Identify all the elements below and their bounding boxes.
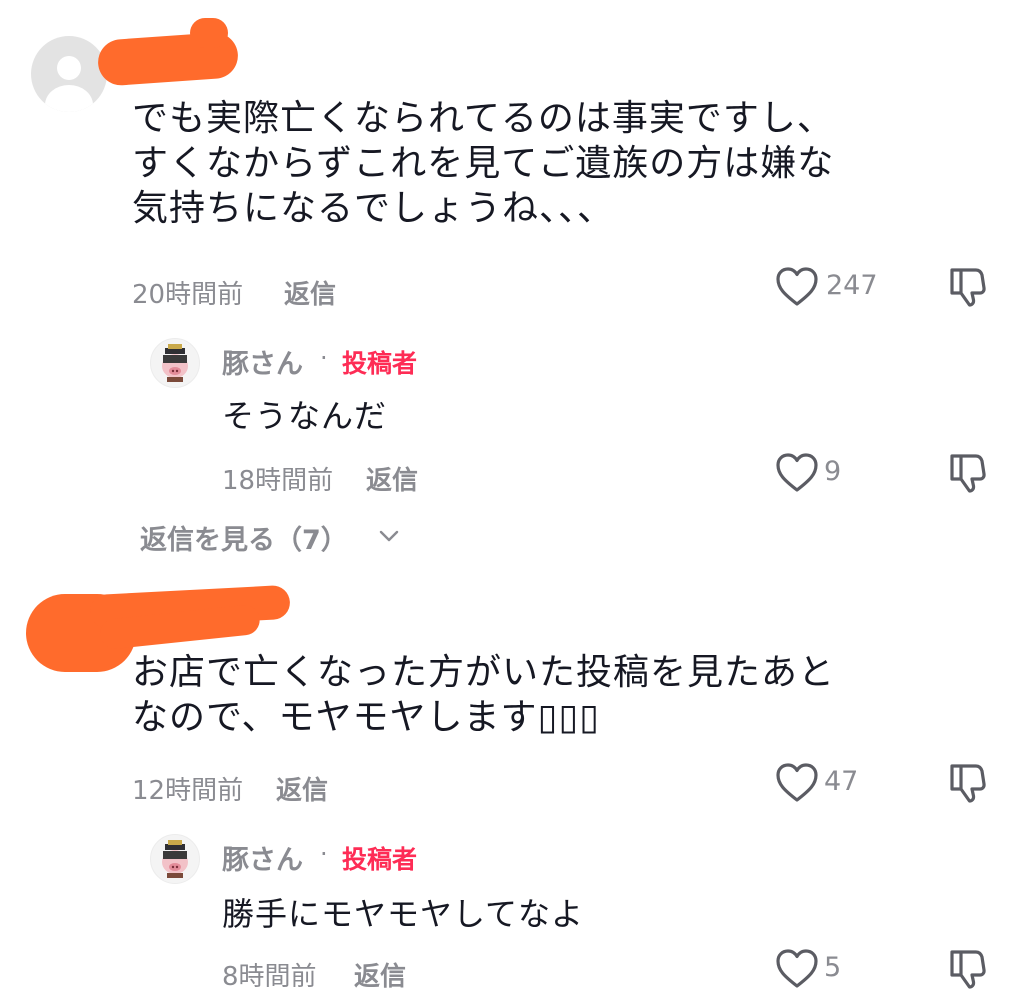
heart-outline-icon[interactable] — [774, 948, 820, 990]
like-count: 47 — [824, 766, 859, 797]
reply-button[interactable]: 返信 — [366, 460, 418, 497]
thumbs-down-icon[interactable] — [946, 450, 990, 494]
view-replies-button[interactable]: 返信を見る（7） — [140, 518, 348, 557]
heart-outline-icon[interactable] — [774, 452, 820, 494]
like-count: 5 — [824, 952, 842, 983]
author-avatar[interactable] — [150, 338, 200, 388]
author-badge: 投稿者 — [342, 845, 418, 874]
thumbs-down-icon[interactable] — [946, 946, 990, 990]
heart-outline-icon[interactable] — [774, 762, 820, 804]
reply-button[interactable]: 返信 — [284, 274, 336, 311]
like-count: 247 — [826, 270, 878, 301]
reply-username[interactable]: 豚さん — [222, 838, 303, 877]
comment-timestamp: 20時間前 — [132, 280, 244, 310]
view-replies-label: 返信を見る（7） — [140, 525, 348, 556]
reply-button[interactable]: 返信 — [276, 770, 328, 807]
thumbs-down-icon[interactable] — [946, 264, 990, 308]
commenter-avatar[interactable] — [31, 36, 107, 112]
user-silhouette-icon — [57, 56, 81, 80]
chevron-down-icon[interactable] — [378, 528, 400, 544]
heart-outline-icon[interactable] — [774, 266, 820, 308]
like-count: 9 — [824, 456, 842, 487]
reply-button[interactable]: 返信 — [354, 956, 406, 993]
separator: · — [320, 840, 328, 868]
reply-timestamp: 18時間前 — [222, 466, 334, 496]
reply-text: そうなんだ — [222, 397, 388, 435]
author-badge: 投稿者 — [342, 349, 418, 378]
reply-text: 勝手にモヤモヤしてなよ — [222, 895, 585, 933]
reply-timestamp: 8時間前 — [222, 962, 317, 992]
reply-username[interactable]: 豚さん — [222, 342, 303, 381]
author-avatar[interactable] — [150, 834, 200, 884]
comment-text: お店で亡くなった方がいた投稿を見たあと なので、モヤモヤします▯▯▯ — [132, 652, 836, 738]
separator: · — [320, 344, 328, 372]
thumbs-down-icon[interactable] — [946, 760, 990, 804]
comment-text: でも実際亡くなられてるのは事実ですし、 すくなからずこれを見てご遺族の方は嫌な … — [132, 98, 835, 229]
comment-timestamp: 12時間前 — [132, 776, 244, 806]
